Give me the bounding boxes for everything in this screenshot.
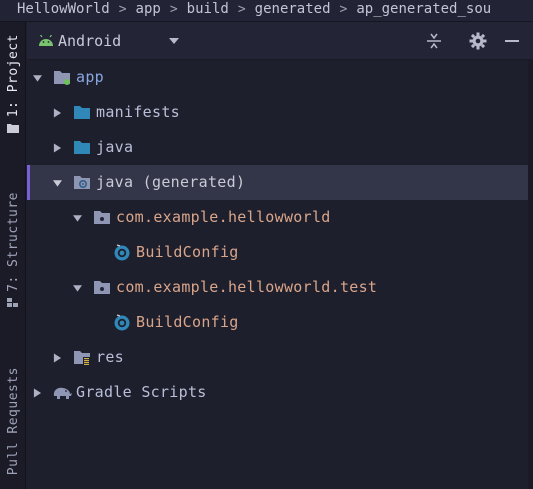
tab-structure-label: 7: Structure [5, 192, 21, 292]
gear-icon[interactable] [469, 32, 487, 50]
tab-pull-requests[interactable]: Pull Requests [0, 367, 26, 489]
tree-node-java-generated[interactable]: java (generated) [27, 165, 528, 200]
tree-node-manifests[interactable]: manifests [27, 95, 528, 130]
breadcrumb-item-ap-generated[interactable]: ap_generated_sou [356, 0, 491, 18]
chevron-right-icon: > [169, 2, 178, 17]
view-mode-select[interactable]: Android [58, 32, 121, 50]
android-icon [39, 35, 53, 46]
chevron-right-icon[interactable] [33, 388, 42, 398]
tree-node-label: Gradle Scripts [76, 383, 207, 401]
tab-project-label: 1: Project [5, 34, 21, 118]
chevron-right-icon: > [118, 2, 127, 17]
chevron-right-icon: > [339, 2, 348, 17]
breadcrumb-item-build[interactable]: build [187, 0, 229, 18]
generated-folder-icon [74, 176, 90, 189]
tab-pull-requests-label: Pull Requests [5, 367, 21, 476]
chevron-down-icon[interactable] [73, 283, 82, 293]
tree-node-java[interactable]: java [27, 130, 528, 165]
chevron-right-icon: > [237, 2, 246, 17]
tool-window-strip: 1: Project 7: Structure Pull Requests [0, 22, 26, 489]
folder-icon [74, 141, 90, 154]
tab-project[interactable]: 1: Project [0, 34, 26, 182]
chevron-right-icon[interactable] [53, 143, 62, 153]
tree-node-label: com.example.hellowworld.test [116, 278, 378, 296]
package-icon [94, 211, 110, 224]
tab-structure[interactable]: 7: Structure [0, 192, 26, 356]
tree-node-label: res [96, 348, 124, 366]
project-tree: app manifests java java (generated) com.… [27, 60, 528, 489]
tree-node-label: BuildConfig [136, 313, 239, 331]
gradle-elephant-icon [53, 387, 72, 399]
chevron-right-icon[interactable] [53, 108, 62, 118]
hide-icon[interactable] [503, 32, 521, 50]
vertical-scrollbar[interactable] [528, 60, 533, 489]
tree-node-label: manifests [96, 103, 180, 121]
breadcrumb-item-generated[interactable]: generated [255, 0, 331, 18]
tree-node-app[interactable]: app [27, 60, 528, 95]
tree-node-label: java [96, 138, 134, 156]
tree-node-label: app [76, 68, 104, 86]
tree-node-package[interactable]: com.example.hellowworld.test [27, 270, 528, 305]
module-folder-icon [54, 71, 70, 85]
folder-icon [7, 124, 19, 134]
chevron-down-icon[interactable] [169, 38, 179, 44]
folder-icon [74, 106, 90, 119]
breadcrumb-item-app[interactable]: app [136, 0, 161, 18]
class-icon [114, 314, 130, 331]
tree-node-class[interactable]: BuildConfig [27, 235, 528, 270]
tree-node-gradle-scripts[interactable]: Gradle Scripts [27, 375, 528, 410]
chevron-down-icon[interactable] [33, 73, 42, 83]
chevron-down-icon[interactable] [73, 213, 82, 223]
tree-node-res[interactable]: res [27, 340, 528, 375]
chevron-down-icon[interactable] [53, 178, 62, 188]
package-icon [94, 281, 110, 294]
collapse-all-icon[interactable] [425, 32, 443, 50]
resource-folder-icon [74, 351, 90, 365]
breadcrumb: HellowWorld > app > build > generated > ap_gener… [0, 0, 533, 22]
class-icon [114, 244, 130, 261]
tree-node-label: BuildConfig [136, 243, 239, 261]
tree-node-label: java (generated) [96, 173, 246, 191]
tree-node-class[interactable]: BuildConfig [27, 305, 528, 340]
structure-icon [7, 297, 18, 307]
chevron-right-icon[interactable] [53, 353, 62, 363]
breadcrumb-item-project[interactable]: HellowWorld [17, 0, 110, 18]
tree-node-label: com.example.hellowworld [116, 208, 331, 226]
project-panel-header: Android [27, 22, 533, 60]
tree-node-package[interactable]: com.example.hellowworld [27, 200, 528, 235]
